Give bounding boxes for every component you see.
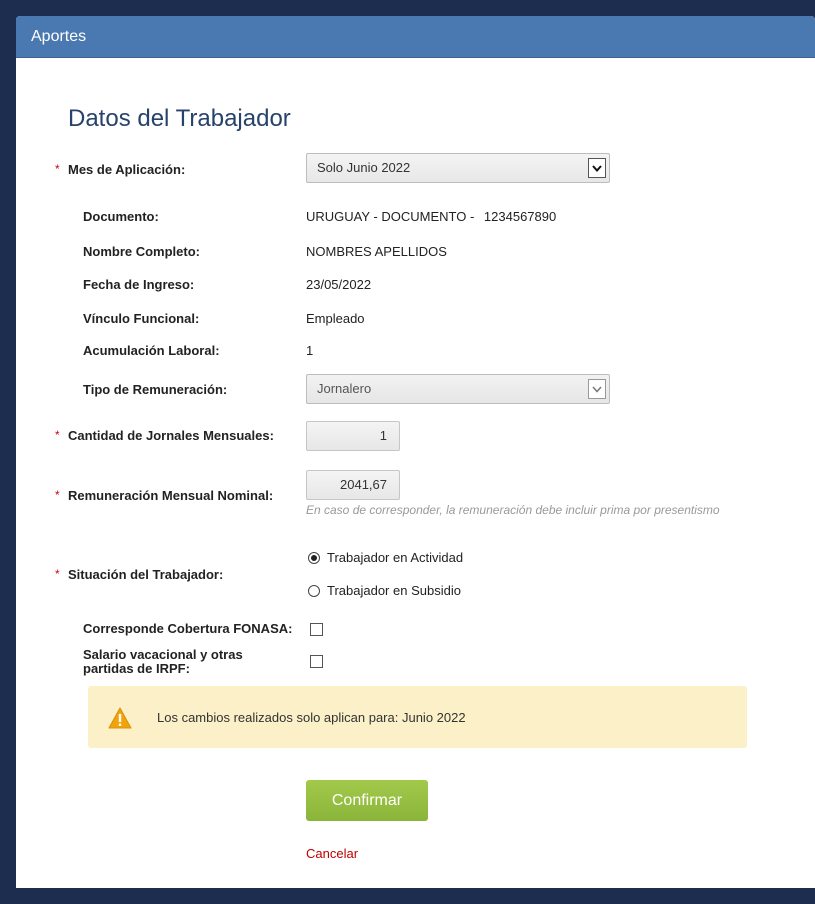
tipo-select[interactable]: Jornalero [306, 374, 610, 404]
cancel-link[interactable]: Cancelar [306, 846, 358, 861]
jornales-label: Cantidad de Jornales Mensuales: [68, 428, 274, 443]
required-marker: * [55, 162, 60, 176]
info-alert: Los cambios realizados solo aplican para… [88, 686, 747, 748]
nombre-value: NOMBRES APELLIDOS [306, 244, 447, 259]
jornales-input[interactable]: 1 [306, 421, 400, 451]
vinculo-label: Vínculo Funcional: [83, 311, 200, 326]
required-marker: * [55, 488, 60, 502]
fecha-value: 23/05/2022 [306, 277, 372, 292]
radio-actividad[interactable] [308, 552, 320, 564]
required-marker: * [55, 428, 60, 442]
situacion-label: Situación del Trabajador: [68, 567, 224, 582]
documento-value: URUGUAY - DOCUMENTO - 1234567890 [306, 209, 556, 224]
aportes-panel: Aportes Datos del Trabajador * Mes de Ap… [16, 16, 815, 888]
mes-select-value: Solo Junio 2022 [317, 160, 411, 175]
acumulacion-label: Acumulación Laboral: [83, 343, 220, 358]
acumulacion-value: 1 [306, 343, 314, 358]
remuneracion-hint: En caso de corresponder, la remuneración… [306, 503, 720, 517]
fecha-label: Fecha de Ingreso: [83, 277, 195, 292]
documento-number: 1234567890 [483, 209, 557, 224]
tipo-select-value: Jornalero [317, 381, 372, 396]
alert-text: Los cambios realizados solo aplican para… [157, 710, 466, 725]
section-title: Datos del Trabajador [68, 105, 291, 132]
remuneracion-input[interactable]: 2041,67 [306, 470, 400, 500]
panel-header: Aportes [16, 16, 815, 58]
tipo-label: Tipo de Remuneración: [83, 382, 228, 397]
fonasa-checkbox[interactable] [310, 623, 323, 636]
remuneracion-label: Remuneración Mensual Nominal: [68, 488, 274, 503]
salario-checkbox[interactable] [310, 655, 323, 668]
warning-icon [108, 707, 132, 734]
documento-label: Documento: [83, 209, 159, 224]
chevron-down-icon [588, 379, 606, 399]
radio-subsidio[interactable] [308, 585, 320, 597]
documento-type: URUGUAY - DOCUMENTO - [306, 209, 475, 224]
mes-select[interactable]: Solo Junio 2022 [306, 153, 610, 183]
salario-label: Salario vacacional y otras partidas de I… [83, 647, 243, 676]
radio-subsidio-label: Trabajador en Subsidio [327, 583, 461, 598]
radio-actividad-label: Trabajador en Actividad [327, 550, 464, 565]
mes-label: Mes de Aplicación: [68, 162, 186, 177]
chevron-down-icon [588, 158, 606, 178]
confirm-button[interactable]: Confirmar [306, 780, 428, 821]
required-marker: * [55, 567, 60, 581]
vinculo-value: Empleado [306, 311, 365, 326]
nombre-label: Nombre Completo: [83, 244, 200, 259]
fonasa-label: Corresponde Cobertura FONASA: [83, 621, 293, 636]
